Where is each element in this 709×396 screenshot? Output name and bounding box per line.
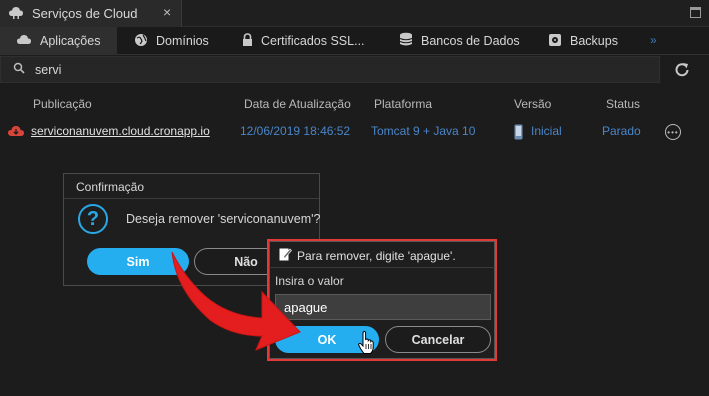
cloud-icon xyxy=(16,33,32,49)
publication-link[interactable]: serviconanuvem.cloud.cronapp.io xyxy=(31,124,210,138)
yes-button[interactable]: Sim xyxy=(87,248,189,275)
tab-aplicacoes[interactable]: Aplicações xyxy=(0,27,117,55)
platform-cell: Tomcat 9 + Java 10 xyxy=(371,124,476,138)
tab-bar: Aplicações Domínios Certificados SSL... … xyxy=(0,27,709,55)
search-bar[interactable]: servi xyxy=(0,56,660,83)
edit-note-icon xyxy=(279,247,292,264)
divider xyxy=(269,267,495,268)
more-options-icon[interactable]: ••• xyxy=(665,124,681,140)
column-header-data-atualizacao[interactable]: Data de Atualização xyxy=(244,97,351,111)
version-cell: Inicial xyxy=(531,124,562,138)
cloud-icon xyxy=(8,5,24,22)
column-header-versao[interactable]: Versão xyxy=(514,97,551,111)
window-menu-icon[interactable] xyxy=(690,7,701,18)
column-header-plataforma[interactable]: Plataforma xyxy=(374,97,432,111)
tab-label: Backups xyxy=(570,34,618,48)
refresh-icon[interactable] xyxy=(672,61,692,79)
tab-dominios[interactable]: Domínios xyxy=(118,27,228,55)
search-icon xyxy=(13,62,25,77)
value-input[interactable] xyxy=(275,294,491,320)
tab-certificados[interactable]: Certificados SSL... xyxy=(226,27,381,55)
tab-label: Bancos de Dados xyxy=(421,34,520,48)
tabs-more-button[interactable]: » xyxy=(650,33,657,47)
tab-backups[interactable]: Backups xyxy=(532,27,642,55)
window-title: Serviços de Cloud xyxy=(32,6,138,21)
tab-label: Domínios xyxy=(156,34,209,48)
prompt-dialog-title: Para remover, digite 'apague'. xyxy=(279,247,456,264)
confirm-message: Deseja remover 'serviconanuvem'? xyxy=(126,212,321,226)
hand-cursor-icon xyxy=(358,330,374,358)
window-tab[interactable]: Serviços de Cloud × xyxy=(0,0,182,27)
cloud-status-icon xyxy=(7,124,25,141)
value-field-label: Insira o valor xyxy=(275,274,344,288)
disk-icon xyxy=(548,33,562,50)
close-icon[interactable]: × xyxy=(163,4,171,20)
search-input[interactable]: servi xyxy=(35,63,61,77)
tab-label: Certificados SSL... xyxy=(261,34,365,48)
prompt-title-text: Para remover, digite 'apague'. xyxy=(297,248,456,263)
phone-icon xyxy=(514,124,523,143)
prompt-dialog: Para remover, digite 'apague'. Insira o … xyxy=(267,239,497,361)
divider xyxy=(64,198,319,199)
cancel-button[interactable]: Cancelar xyxy=(385,326,491,353)
globe-icon xyxy=(134,33,148,50)
database-icon xyxy=(399,32,413,50)
column-header-publicacao[interactable]: Publicação xyxy=(33,97,92,111)
confirm-dialog-title: Confirmação xyxy=(76,180,145,194)
lock-icon xyxy=(242,33,253,49)
column-header-status[interactable]: Status xyxy=(606,97,640,111)
tab-bancos-de-dados[interactable]: Bancos de Dados xyxy=(383,27,533,55)
updated-cell: 12/06/2019 18:46:52 xyxy=(240,124,351,138)
status-cell: Parado xyxy=(602,124,641,138)
tab-label: Aplicações xyxy=(40,34,101,48)
question-icon: ? xyxy=(78,204,108,234)
